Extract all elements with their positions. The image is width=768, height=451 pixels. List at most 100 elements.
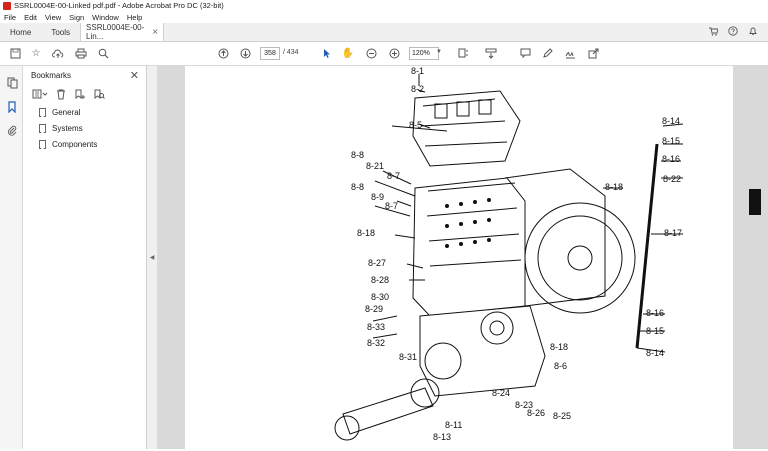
bookmark-label: General	[52, 107, 81, 117]
part-callout-label: 8-24	[492, 388, 510, 398]
bookmark-page-icon	[39, 107, 46, 117]
print-icon[interactable]	[74, 47, 88, 61]
part-callout-label: 8-31	[399, 352, 417, 362]
bookmarks-panel-title: Bookmarks	[31, 70, 72, 80]
part-callout-label: 8-7	[385, 201, 398, 211]
tab-tools-label: Tools	[51, 27, 71, 37]
page-thumbnails-icon[interactable]	[5, 76, 19, 90]
menu-view[interactable]: View	[45, 13, 61, 22]
new-bookmark-icon[interactable]	[73, 87, 87, 101]
next-page-icon[interactable]	[238, 47, 252, 61]
tab-tools[interactable]: Tools	[41, 23, 80, 41]
tab-document[interactable]: SSRL0004E-00-Lin... ×	[80, 23, 165, 41]
part-callout-label: 8-6	[554, 361, 567, 371]
page-number-input[interactable]: 358	[260, 47, 280, 60]
bookmarks-panel-toolbar	[23, 84, 146, 104]
scrollbar-thumb[interactable]	[749, 189, 761, 215]
part-callout-label: 8-1	[411, 66, 424, 76]
tab-bar: Home Tools SSRL0004E-00-Lin... ×	[0, 23, 768, 42]
part-callout-label: 8-22	[663, 174, 681, 184]
part-callout-label: 8-15	[662, 136, 680, 146]
panel-splitter[interactable]: ◀	[147, 66, 157, 449]
star-icon[interactable]: ☆	[29, 47, 43, 61]
bookmark-page-icon	[39, 139, 46, 149]
chevron-down-icon[interactable]: ▼	[436, 49, 442, 55]
part-callout-label: 8-2	[411, 84, 424, 94]
notification-bell-icon[interactable]	[748, 26, 758, 39]
close-panel-icon[interactable]: ✕	[130, 69, 139, 82]
part-callout-label: 8-8	[351, 182, 364, 192]
bookmark-label: Systems	[52, 123, 83, 133]
main-toolbar: ☆ 358 / 434 ✋ 120% ▼	[0, 42, 768, 66]
pen-icon[interactable]	[540, 47, 554, 61]
part-callout-label: 8-25	[553, 411, 571, 421]
part-callout-label: 8-32	[367, 338, 385, 348]
select-cursor-icon[interactable]	[320, 47, 334, 61]
bookmark-item-general[interactable]: General	[23, 104, 146, 120]
menu-bar: File Edit View Sign Window Help	[0, 11, 768, 23]
bookmark-options-icon[interactable]	[31, 87, 49, 101]
bookmark-item-components[interactable]: Components	[23, 136, 146, 152]
cart-icon[interactable]	[708, 26, 719, 39]
previous-page-icon[interactable]	[216, 47, 230, 61]
bookmark-page-icon	[39, 123, 46, 133]
save-icon[interactable]	[8, 47, 22, 61]
menu-edit[interactable]: Edit	[24, 13, 37, 22]
part-callout-label: 8-28	[371, 275, 389, 285]
bookmark-item-systems[interactable]: Systems	[23, 120, 146, 136]
left-navigation-rail	[0, 66, 23, 449]
sign-icon[interactable]	[563, 47, 577, 61]
menu-sign[interactable]: Sign	[69, 13, 84, 22]
delete-bookmark-icon[interactable]	[54, 87, 68, 101]
bookmark-search-icon[interactable]	[92, 87, 106, 101]
page-total: / 434	[283, 49, 299, 56]
attachment-icon[interactable]	[5, 123, 19, 137]
part-callout-label: 8-18	[550, 342, 568, 352]
part-callout-label: 8-33	[367, 322, 385, 332]
part-callout-label: 8-8	[351, 150, 364, 160]
tab-home[interactable]: Home	[0, 23, 41, 41]
scroll-mode-icon[interactable]	[484, 47, 498, 61]
part-callout-label: 8-16	[646, 308, 664, 318]
part-callout-label: 8-14	[662, 116, 680, 126]
acrobat-app-icon	[3, 1, 11, 10]
pdf-page: 8-1 8-2 8-5 8-8 8-21 8-7 8-8 8-9 8-7 8-18 8-27 8-28…	[185, 66, 733, 449]
close-tab-icon[interactable]: ×	[152, 27, 158, 38]
part-callout-label: 8-9	[371, 192, 384, 202]
menu-window[interactable]: Window	[92, 13, 119, 22]
part-callout-label: 8-21	[366, 161, 384, 171]
part-callout-label: 8-15	[646, 326, 664, 336]
part-callout-label: 8-27	[368, 258, 386, 268]
part-callout-label: 8-30	[371, 292, 389, 302]
collapse-panel-icon[interactable]: ◀	[150, 254, 155, 261]
bookmark-icon[interactable]	[5, 100, 19, 114]
part-callout-label: 8-7	[387, 171, 400, 181]
hand-tool-icon[interactable]: ✋	[341, 47, 355, 61]
help-icon[interactable]	[728, 25, 738, 39]
part-callout-label: 8-13	[433, 432, 451, 442]
part-callout-label: 8-11	[445, 420, 462, 430]
part-callout-label: 8-18	[357, 228, 375, 238]
part-callout-label: 8-26	[527, 408, 545, 418]
bookmark-label: Components	[52, 139, 98, 149]
tab-home-label: Home	[10, 27, 32, 37]
search-icon[interactable]	[96, 47, 110, 61]
share-icon[interactable]	[586, 47, 600, 61]
comment-icon[interactable]	[518, 47, 532, 61]
bookmarks-panel-header: Bookmarks ✕	[23, 66, 146, 84]
page-layout-icon[interactable]	[456, 47, 470, 61]
document-viewport[interactable]: 8-1 8-2 8-5 8-8 8-21 8-7 8-8 8-9 8-7 8-18 8-27 8-28…	[157, 66, 768, 449]
menu-help[interactable]: Help	[127, 13, 142, 22]
part-callout-label: 8-5	[409, 120, 422, 130]
zoom-level-select[interactable]: 120%	[409, 47, 439, 60]
window-title: SSRL0004E-00-Linked pdf.pdf - Adobe Acro…	[14, 1, 224, 10]
part-callout-label: 8-14	[646, 348, 664, 358]
part-callout-label: 8-29	[365, 304, 383, 314]
zoom-out-icon[interactable]	[364, 47, 378, 61]
zoom-in-icon[interactable]	[387, 47, 401, 61]
tab-document-label: SSRL0004E-00-Lin...	[86, 23, 145, 41]
part-callout-label: 8-16	[662, 154, 680, 164]
cloud-upload-icon[interactable]	[51, 47, 65, 61]
menu-file[interactable]: File	[4, 13, 16, 22]
part-callout-label: 8-17	[664, 228, 682, 238]
